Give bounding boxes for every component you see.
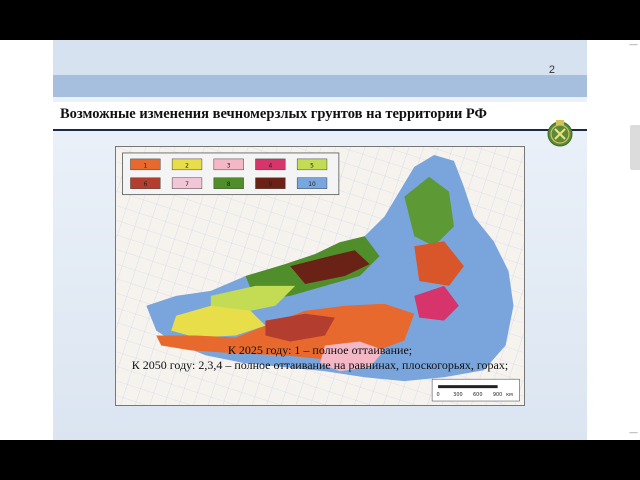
legend-label-2: 2 xyxy=(185,162,189,169)
slide-header-top xyxy=(53,40,587,75)
slide-header-band xyxy=(53,75,587,97)
mining-emblem-icon xyxy=(547,120,573,147)
corner-marker-top: — xyxy=(629,40,638,50)
legend-label-5: 5 xyxy=(310,162,314,169)
legend-label-4: 4 xyxy=(268,162,272,169)
screen-viewer: 2 Возможные изменения вечномерзлых грунт… xyxy=(0,0,640,480)
legend-label-3: 3 xyxy=(227,162,231,169)
legend-label-7: 7 xyxy=(185,181,189,188)
scale-tick-label: 600 xyxy=(473,392,482,398)
presentation-slide: 2 Возможные изменения вечномерзлых грунт… xyxy=(53,40,587,440)
caption-2025: К 2025 году: 1 – полное оттаивание; xyxy=(227,343,413,357)
scale-tick-label: 300 xyxy=(453,392,462,398)
scale-tick-label: 900 xyxy=(493,392,502,398)
legend-label-10: 10 xyxy=(308,181,316,188)
scale-tick-label: 0 xyxy=(437,392,440,398)
legend-label-8: 8 xyxy=(227,181,231,188)
slide-number: 2 xyxy=(548,64,555,76)
caption-2050: К 2050 году: 2,3,4 – полное оттаивание н… xyxy=(131,358,509,372)
scale-bar xyxy=(438,385,498,389)
side-panel-tab[interactable] xyxy=(630,125,640,170)
corner-marker-bottom: — xyxy=(629,428,638,438)
legend-label-1: 1 xyxy=(143,162,147,169)
legend-label-6: 6 xyxy=(143,181,147,188)
legend-label-9: 9 xyxy=(268,181,272,188)
title-underline xyxy=(53,129,587,131)
scale-unit-label: км xyxy=(506,392,513,398)
slide-title: Возможные изменения вечномерзлых грунтов… xyxy=(60,106,487,122)
slide-stage: 2 Возможные изменения вечномерзлых грунт… xyxy=(0,40,640,440)
